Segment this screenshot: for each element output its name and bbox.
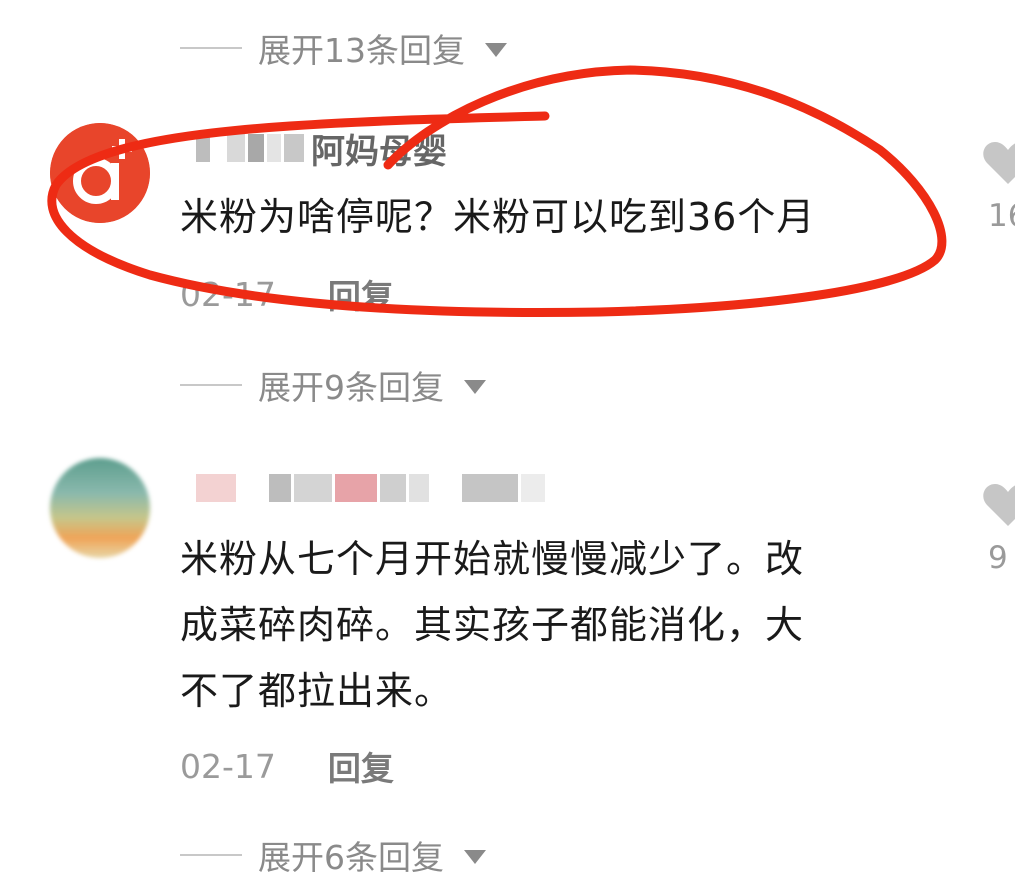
expand-replies-13[interactable]: 展开13条回复 (180, 23, 507, 73)
username[interactable] (196, 468, 548, 508)
like-count: 16 (988, 198, 1015, 234)
mosaic-block (248, 134, 264, 162)
mosaic-block (267, 134, 281, 162)
comment-text: 米粉为啥停呢？米粉可以吃到36个月 (180, 195, 816, 239)
caret-down-icon (464, 380, 486, 394)
username[interactable]: 阿妈母婴 (196, 128, 447, 172)
mosaic-block (196, 474, 236, 502)
reply-button[interactable]: 回复 (328, 742, 394, 790)
comment-line: 米粉从七个月开始就慢慢减少了。改 (180, 537, 805, 581)
like-button[interactable]: 9 (982, 482, 1015, 576)
brand-logo-icon (50, 123, 150, 223)
mosaic-block (294, 474, 332, 502)
comment-date: 02-17 (180, 274, 276, 314)
expand-replies-label: 展开6条回复 (258, 838, 444, 877)
expand-replies-label: 展开9条回复 (258, 368, 444, 407)
like-count: 9 (988, 540, 1008, 576)
username-visible: 阿妈母婴 (311, 131, 447, 172)
divider-line (180, 384, 242, 386)
mosaic-block (380, 474, 406, 502)
caret-down-icon (485, 43, 507, 57)
mosaic-block (409, 474, 429, 502)
mosaic-block (521, 474, 545, 502)
heart-icon (983, 142, 1015, 184)
comment-date: 02-17 (180, 746, 276, 786)
avatar[interactable] (50, 123, 150, 223)
heart-icon (983, 484, 1015, 526)
caret-down-icon (464, 850, 486, 864)
annotation-circle (47, 65, 947, 317)
mosaic-block (269, 474, 291, 502)
comment-line: 成菜碎肉碎。其实孩子都能消化，大 (180, 603, 805, 647)
expand-replies-9[interactable]: 展开9条回复 (180, 360, 486, 410)
comment-meta: 02-17 回复 (180, 270, 394, 318)
comment-line: 不了都拉出来。 (180, 669, 454, 713)
divider-line (180, 47, 242, 49)
expand-replies-label: 展开13条回复 (258, 31, 465, 70)
mosaic-block (284, 134, 304, 162)
comment-text: 米粉从七个月开始就慢慢减少了。改 成菜碎肉碎。其实孩子都能消化，大 不了都拉出来… (180, 526, 804, 724)
mosaic-block (335, 474, 377, 502)
mosaic-block (227, 134, 245, 162)
comment-meta: 02-17 回复 (180, 742, 394, 790)
avatar[interactable] (50, 458, 150, 558)
mosaic-block (196, 134, 210, 162)
like-button[interactable]: 16 (982, 140, 1015, 234)
mosaic-block (462, 474, 518, 502)
divider-line (180, 854, 242, 856)
expand-replies-6[interactable]: 展开6条回复 (180, 830, 486, 880)
reply-button[interactable]: 回复 (328, 270, 394, 318)
